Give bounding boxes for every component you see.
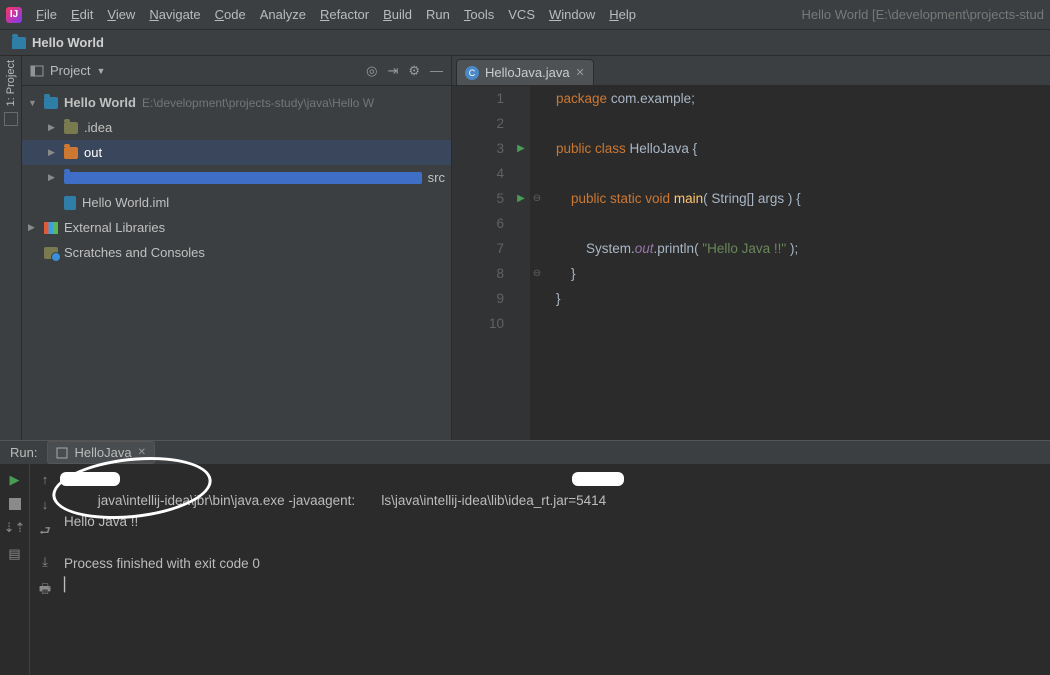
menu-navigate[interactable]: Navigate [149,7,200,22]
layout-icon[interactable]: ▤ [8,546,20,562]
project-tree[interactable]: Hello World E:\development\projects-stud… [22,86,451,440]
editor-tab-hellojava[interactable]: C HelloJava.java ✕ [456,59,594,85]
editor-tabs: C HelloJava.java ✕ [452,56,1050,86]
menu-file[interactable]: File [36,7,57,22]
dump-threads-icon[interactable]: ⇣⇡ [4,520,26,536]
soft-wrap-icon[interactable]: ⮐ [39,522,51,544]
scratches-icon [44,247,58,259]
dir-icon [64,122,78,134]
tree-item-label: Hello World.iml [82,195,169,210]
out-icon [64,147,78,159]
hide-icon[interactable]: — [430,63,443,78]
tree-item-Hello-World-iml[interactable]: Hello World.iml [22,190,451,215]
annotation-redaction [572,472,624,486]
libraries-icon [44,222,58,234]
tree-external-libraries[interactable]: External Libraries [22,215,451,240]
menu-edit[interactable]: Edit [71,7,93,22]
tree-root-label: Hello World [64,95,136,110]
editor-area: C HelloJava.java ✕ 12345678910 ▶▶ ⊖⊖ pac… [452,56,1050,440]
menu-window[interactable]: Window [549,7,595,22]
iml-icon [64,196,76,210]
project-panel-header: Project ▼ ◎ ⇥ ⚙ — [22,56,451,86]
left-tool-strip: 1: Project [0,56,22,440]
tree-item-label: .idea [84,120,112,135]
menu-vcs[interactable]: VCS [508,7,535,22]
console-line: Process finished with exit code 0 [64,556,260,571]
collapse-all-icon[interactable]: ⇥ [387,63,398,79]
tree-item-label: out [84,145,102,160]
annotation-redaction [60,472,120,486]
scratches-label: Scratches and Consoles [64,245,205,260]
scroll-to-end-icon[interactable]: ⤓ [42,554,48,570]
fold-gutter[interactable]: ⊖⊖ [530,86,544,440]
project-view-label: Project [50,63,90,78]
run-console-output[interactable]: java\intellij-idea\jbr\bin\java.exe -jav… [60,464,1050,675]
line-number-gutter[interactable]: 12345678910 [452,86,512,440]
menu-code[interactable]: Code [215,7,246,22]
tree-scratches[interactable]: Scratches and Consoles [22,240,451,265]
run-tool-window: Run: HelloJava ✕ ▶ ⇣⇡ ▤ ↑ ↓ ⮐ ⤓ 🖶 java\i… [0,440,1050,630]
run-config-tab[interactable]: HelloJava ✕ [47,441,154,464]
menu-build[interactable]: Build [383,7,412,22]
menu-tools[interactable]: Tools [464,7,494,22]
run-header: Run: HelloJava ✕ [0,441,1050,464]
menu-help[interactable]: Help [609,7,636,22]
tool-window-project-button[interactable]: 1: Project [5,60,17,106]
module-icon [44,97,58,109]
tree-item--idea[interactable]: .idea [22,115,451,140]
project-view-selector[interactable]: Project ▼ [30,63,105,78]
run-output-column: ↑ ↓ ⮐ ⤓ 🖶 [30,464,60,675]
breadcrumb-root[interactable]: Hello World [32,35,104,50]
folder-icon [12,37,26,49]
down-icon[interactable]: ↓ [42,497,49,512]
source-code[interactable]: package com.example;public class HelloJa… [544,86,1050,440]
menu-run[interactable]: Run [426,7,450,22]
tree-item-src[interactable]: src [22,165,451,190]
project-tool-window: Project ▼ ◎ ⇥ ⚙ — Hello World E:\develop… [22,56,452,440]
stop-icon[interactable] [9,498,21,510]
close-run-tab-icon[interactable]: ✕ [138,447,146,458]
menu-analyze[interactable]: Analyze [260,7,306,22]
run-label: Run: [10,445,37,460]
editor-tab-label: HelloJava.java [485,65,570,80]
settings-icon[interactable]: ⚙ [408,63,420,79]
tool-window-structure-button[interactable] [4,112,18,126]
tree-item-label: src [428,170,445,185]
app-icon: IJ [6,7,22,23]
main-menu-bar: IJ File Edit View Navigate Code Analyze Refact… [0,0,1050,30]
up-icon[interactable]: ↑ [42,472,49,487]
run-config-label: HelloJava [74,445,131,460]
run-gutter-icon[interactable]: ▶ [517,186,525,211]
tree-root-path: E:\development\projects-study\java\Hello… [142,96,374,110]
run-action-column: ▶ ⇣⇡ ▤ [0,464,30,675]
navigation-bar[interactable]: Hello World [0,30,1050,56]
console-line: java\intellij-idea\jbr\bin\java.exe -jav… [64,493,606,508]
print-icon[interactable]: 🖶 [39,580,51,602]
console-line: Hello Java !! [64,514,138,529]
window-title: Hello World [E:\development\projects-stu… [801,7,1044,22]
close-tab-icon[interactable]: ✕ [576,66,585,79]
menu-view[interactable]: View [107,7,135,22]
tree-root[interactable]: Hello World E:\development\projects-stud… [22,90,451,115]
tree-item-out[interactable]: out [22,140,451,165]
rerun-icon[interactable]: ▶ [10,472,20,488]
console-cursor: ▏ [64,577,74,592]
code-editor[interactable]: 12345678910 ▶▶ ⊖⊖ package com.example;pu… [452,86,1050,440]
run-gutter-icon[interactable]: ▶ [517,136,525,161]
locate-icon[interactable]: ◎ [366,63,377,79]
java-class-icon: C [465,66,479,80]
run-gutter[interactable]: ▶▶ [512,86,530,440]
external-libraries-label: External Libraries [64,220,165,235]
src-icon [64,172,422,184]
menu-refactor[interactable]: Refactor [320,7,369,22]
